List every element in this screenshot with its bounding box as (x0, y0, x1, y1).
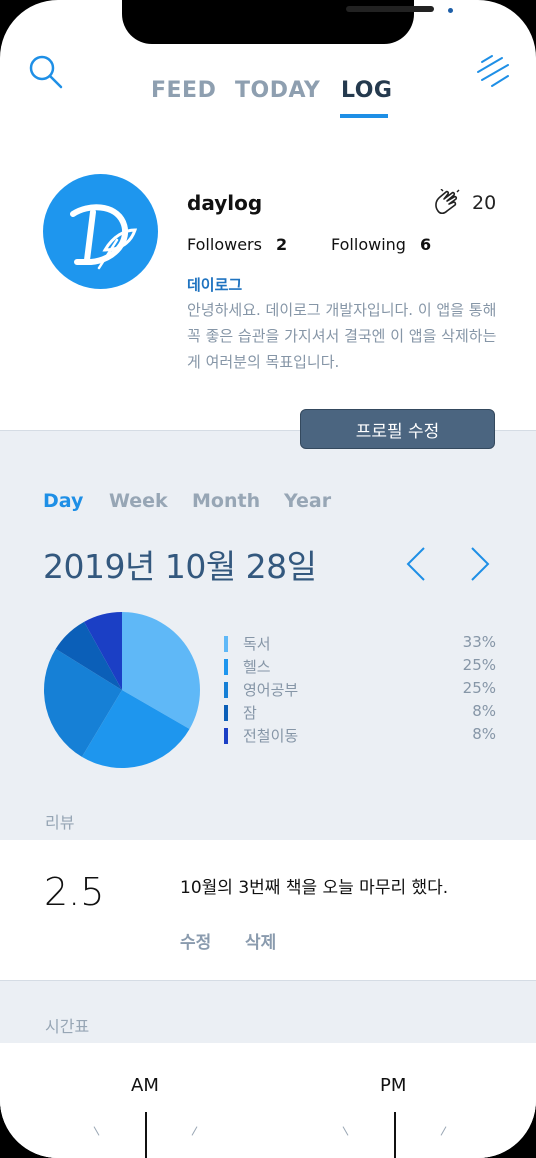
am-clock-hand (145, 1112, 147, 1158)
legend-percent: 33% (462, 633, 496, 651)
clap-icon[interactable] (432, 188, 460, 217)
edit-profile-button[interactable]: 프로필 수정 (300, 409, 495, 449)
clap-count: 20 (472, 192, 497, 214)
activity-pie-chart (44, 612, 200, 768)
timetable-section-label: 시간표 (45, 1017, 90, 1036)
front-camera (448, 8, 453, 13)
avatar[interactable] (43, 174, 158, 289)
legend-item: 헬스 25% (224, 656, 496, 679)
review-score: 2.5 (44, 870, 105, 914)
current-date: 2019년 10월 28일 (43, 547, 317, 586)
legend-label: 독서 (243, 635, 271, 653)
review-section-label: 리뷰 (45, 813, 75, 832)
phone-screen: FEED TODAY LOG daylog 20 Followers 2 Foll… (0, 0, 536, 1158)
pm-clock-hand (394, 1112, 396, 1158)
legend-item: 영어공부 25% (224, 679, 496, 702)
review-text: 10월의 3번째 책을 오늘 마무리 했다. (180, 878, 449, 898)
period-tab-month[interactable]: Month (192, 490, 260, 512)
legend-percent: 8% (472, 725, 496, 743)
period-tab-year[interactable]: Year (284, 490, 331, 512)
followers-count: 2 (275, 235, 288, 254)
legend-label: 헬스 (243, 658, 271, 676)
pie-legend: 독서 33% 헬스 25% 영어공부 25% 잠 8% 전철이동 8% (224, 633, 496, 748)
nav-tabs: FEED TODAY LOG (0, 78, 536, 118)
legend-percent: 25% (462, 679, 496, 697)
tab-log[interactable]: LOG (341, 78, 393, 103)
profile-display-name: 데이로그 (187, 276, 243, 294)
legend-swatch (224, 728, 228, 744)
followers-stat[interactable]: Followers 2 (187, 235, 287, 254)
chevron-right-icon[interactable] (468, 546, 492, 582)
profile-bio: 안녕하세요. 데이로그 개발자입니다. 이 앱을 통해 꼭 좋은 습관을 가지셔… (187, 301, 497, 371)
review-edit-button[interactable]: 수정 (180, 928, 211, 953)
am-label: AM (131, 1075, 159, 1096)
legend-item: 전철이동 8% (224, 725, 496, 748)
pm-label: PM (380, 1075, 407, 1096)
daylog-logo (70, 204, 138, 270)
active-tab-indicator (340, 114, 388, 118)
legend-swatch (224, 682, 228, 698)
period-tab-week[interactable]: Week (109, 490, 168, 512)
following-count: 6 (419, 235, 432, 254)
following-stat[interactable]: Following 6 (331, 235, 431, 254)
followers-label: Followers (187, 235, 262, 254)
period-tab-day[interactable]: Day (43, 490, 83, 512)
legend-label: 잠 (243, 704, 257, 722)
legend-item: 잠 8% (224, 702, 496, 725)
chevron-left-icon[interactable] (404, 546, 428, 582)
device-notch (122, 0, 453, 44)
following-label: Following (331, 235, 406, 254)
tab-feed[interactable]: FEED (151, 78, 216, 103)
timetable-card (0, 1043, 536, 1158)
legend-item: 독서 33% (224, 633, 496, 656)
legend-percent: 8% (472, 702, 496, 720)
legend-label: 영어공부 (243, 681, 299, 699)
legend-swatch (224, 636, 228, 652)
legend-swatch (224, 659, 228, 675)
legend-percent: 25% (462, 656, 496, 674)
tab-today[interactable]: TODAY (235, 78, 320, 103)
username: daylog (187, 191, 263, 215)
legend-swatch (224, 705, 228, 721)
review-delete-button[interactable]: 삭제 (245, 928, 276, 953)
legend-label: 전철이동 (243, 727, 299, 745)
speaker-grille (346, 6, 434, 12)
